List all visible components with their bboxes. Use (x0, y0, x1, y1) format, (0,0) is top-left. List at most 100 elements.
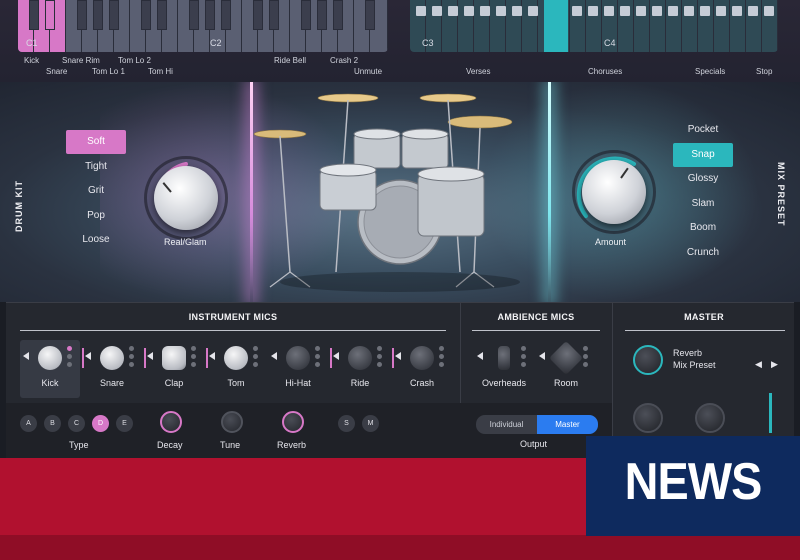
reverb-knob[interactable] (282, 411, 304, 433)
output-master[interactable]: Master (537, 415, 598, 434)
mic-clap[interactable]: Clap (144, 340, 204, 398)
mix-option-crunch[interactable]: Crunch (673, 241, 733, 265)
real-glam-label: Real/Glam (164, 237, 207, 247)
piano-black-key[interactable] (269, 0, 279, 30)
key-label: Unmute (354, 67, 383, 76)
mix-option-slam[interactable]: Slam (673, 192, 733, 216)
mic-active-bar (392, 348, 394, 368)
mic-kick[interactable]: Kick (20, 340, 80, 398)
key-label: Kick (24, 56, 40, 65)
kit-option-grit[interactable]: Grit (66, 179, 126, 203)
kit-option-soft[interactable]: Soft (66, 130, 126, 154)
kit-option-tight[interactable]: Tight (66, 155, 126, 179)
section-label: Stop (756, 67, 773, 76)
crash-knob[interactable] (410, 346, 434, 370)
key-marker (416, 6, 426, 16)
mix-option-boom[interactable]: Boom (673, 216, 733, 240)
piano-black-key[interactable] (93, 0, 103, 30)
piano-keyboard-right[interactable]: C3 C4 (410, 0, 778, 52)
mic-active-bar (144, 348, 146, 368)
hihat-knob[interactable] (286, 346, 310, 370)
mic-level-dots (67, 346, 73, 370)
key-marker (480, 6, 490, 16)
tune-label: Tune (220, 440, 241, 450)
master-knob-2[interactable] (633, 403, 663, 433)
key-marker (748, 6, 758, 16)
output-individual[interactable]: Individual (476, 415, 537, 434)
type-button-e[interactable]: E (116, 415, 133, 432)
piano-black-key[interactable] (301, 0, 311, 30)
kit-option-pop[interactable]: Pop (66, 204, 126, 228)
snare-knob[interactable] (100, 346, 124, 370)
master-reverb-knob[interactable] (633, 345, 663, 375)
mic-select-arrow-icon (395, 352, 401, 360)
section-underline (625, 330, 785, 331)
piano-black-key[interactable] (333, 0, 343, 30)
piano-black-key[interactable] (365, 0, 375, 30)
arrow-left-icon[interactable]: ◀ (755, 359, 762, 370)
piano-black-key[interactable] (253, 0, 263, 30)
piano-black-key[interactable] (205, 0, 215, 30)
mix-option-pocket[interactable]: Pocket (673, 118, 733, 142)
amount-knob[interactable] (582, 160, 646, 224)
piano-black-key[interactable] (77, 0, 87, 30)
key-marker (732, 6, 742, 16)
key-marker (432, 6, 442, 16)
type-button-c[interactable]: C (68, 415, 85, 432)
type-button-b[interactable]: B (44, 415, 61, 432)
piano-black-key[interactable] (317, 0, 327, 30)
mic-label: Tom (227, 378, 245, 388)
piano-black-key[interactable] (221, 0, 231, 30)
mute-button[interactable]: M (362, 415, 379, 432)
master-knob-3[interactable] (695, 403, 725, 433)
piano-black-key[interactable] (189, 0, 199, 30)
piano-black-key[interactable] (141, 0, 151, 30)
piano-black-key[interactable] (29, 0, 39, 30)
instrument-mics-title: INSTRUMENT MICS (188, 312, 278, 322)
tune-knob[interactable] (221, 411, 243, 433)
octave-label: C4 (604, 38, 616, 48)
mix-preset-heading: MIX PRESET (776, 162, 786, 227)
ride-knob[interactable] (348, 346, 372, 370)
type-button-d[interactable]: D (92, 415, 109, 432)
mix-option-snap[interactable]: Snap (673, 142, 733, 167)
real-glam-knob[interactable] (154, 166, 218, 230)
tom-knob[interactable] (224, 346, 248, 370)
arrow-right-icon[interactable]: ▶ (771, 359, 778, 370)
decay-knob[interactable] (160, 411, 182, 433)
mix-option-glossy[interactable]: Glossy (673, 167, 733, 191)
clap-hands-icon[interactable] (162, 346, 186, 370)
output-toggle[interactable]: Individual Master (476, 415, 598, 434)
reverb-label: Reverb (277, 440, 307, 450)
ambience-mics-section: AMBIENCE MICS Overheads Room (460, 303, 612, 403)
microphone-icon[interactable] (498, 346, 510, 370)
type-button-a[interactable]: A (20, 415, 37, 432)
mic-tom[interactable]: Tom (206, 340, 266, 398)
kick-knob[interactable] (38, 346, 62, 370)
mic-crash[interactable]: Crash (392, 340, 452, 398)
piano-black-key[interactable] (157, 0, 167, 30)
kit-option-loose[interactable]: Loose (66, 228, 126, 252)
solo-button[interactable]: S (338, 415, 355, 432)
drum-kit-list: Soft Tight Grit Pop Loose (66, 130, 126, 253)
section-label: Specials (695, 67, 726, 76)
mic-snare[interactable]: Snare (82, 340, 142, 398)
mic-ride[interactable]: Ride (330, 340, 390, 398)
mic-hihat[interactable]: Hi-Hat (268, 340, 328, 398)
piano-active-key[interactable] (544, 0, 568, 52)
keyboard-bar: C1 C2 C3 C4 Kick Snare Rim Tom Lo 2 Ride… (0, 0, 800, 82)
mic-room[interactable]: Room (536, 340, 596, 398)
room-cube-icon[interactable] (549, 341, 583, 375)
key-label: Tom Lo 2 (118, 56, 151, 65)
piano-black-key[interactable] (109, 0, 119, 30)
key-label: Tom Lo 1 (92, 67, 125, 76)
piano-black-key[interactable] (45, 0, 55, 30)
mic-select-arrow-icon (23, 352, 29, 360)
key-marker (528, 6, 538, 16)
section-label: Choruses (588, 67, 623, 76)
key-marker (464, 6, 474, 16)
key-marker (684, 6, 694, 16)
mic-level-dots (583, 346, 589, 370)
mic-overheads[interactable]: Overheads (474, 340, 534, 398)
piano-keyboard-left[interactable]: C1 C2 (18, 0, 388, 52)
